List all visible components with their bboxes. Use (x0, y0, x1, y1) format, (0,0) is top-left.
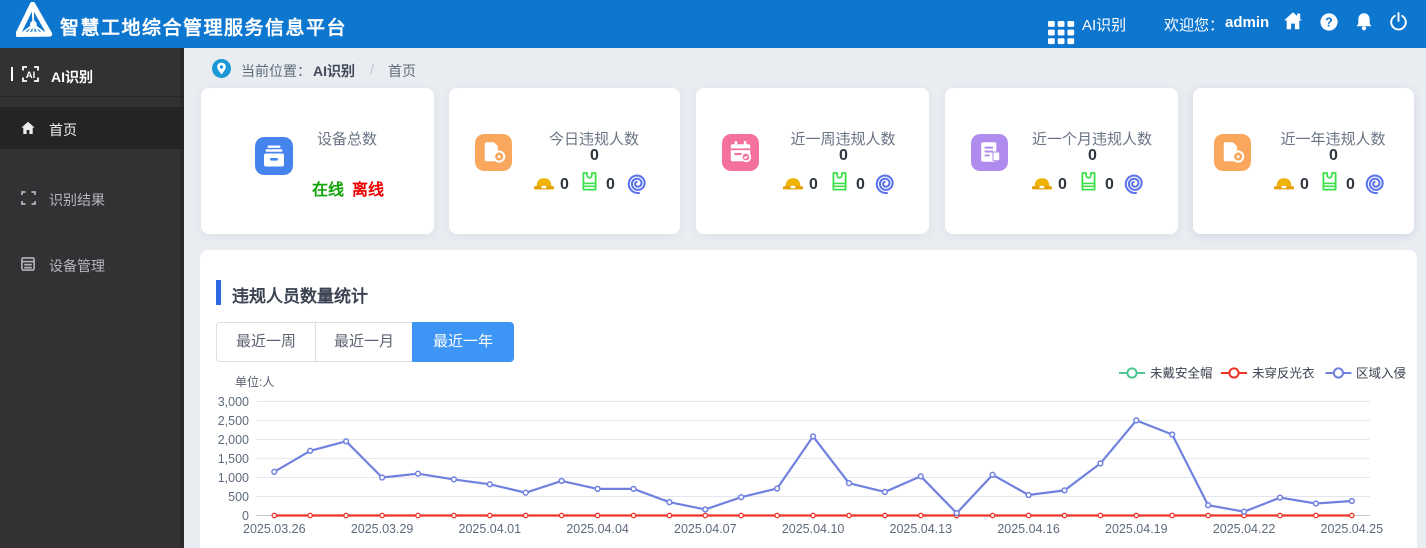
svg-text:2025.04.19: 2025.04.19 (1105, 522, 1168, 536)
svg-text:2025.04.22: 2025.04.22 (1213, 522, 1276, 536)
svg-text:未穿反光衣: 未穿反光衣 (1252, 366, 1315, 381)
svg-text:1,000: 1,000 (218, 471, 249, 485)
svg-text:1,500: 1,500 (218, 452, 249, 466)
svg-text:500: 500 (228, 490, 249, 504)
svg-text:2,000: 2,000 (218, 433, 249, 447)
svg-text:2025.04.13: 2025.04.13 (890, 522, 953, 536)
svg-text:2025.04.01: 2025.04.01 (459, 522, 522, 536)
svg-text:2025.04.25: 2025.04.25 (1321, 522, 1384, 536)
svg-text:0: 0 (242, 509, 249, 523)
svg-text:2025.04.10: 2025.04.10 (782, 522, 845, 536)
svg-text:2025.04.16: 2025.04.16 (997, 522, 1060, 536)
svg-text:2,500: 2,500 (218, 414, 249, 428)
svg-text:2025.03.26: 2025.03.26 (243, 522, 306, 536)
svg-text:AI: AI (26, 70, 36, 81)
svg-text:3,000: 3,000 (218, 395, 249, 409)
svg-text:2025.03.29: 2025.03.29 (351, 522, 414, 536)
svg-text:2025.04.07: 2025.04.07 (674, 522, 737, 536)
svg-text:2025.04.04: 2025.04.04 (566, 522, 629, 536)
svg-text:?: ? (1325, 15, 1333, 29)
svg-text:未戴安全帽: 未戴安全帽 (1150, 366, 1213, 381)
svg-text:区域入侵: 区域入侵 (1356, 366, 1406, 381)
